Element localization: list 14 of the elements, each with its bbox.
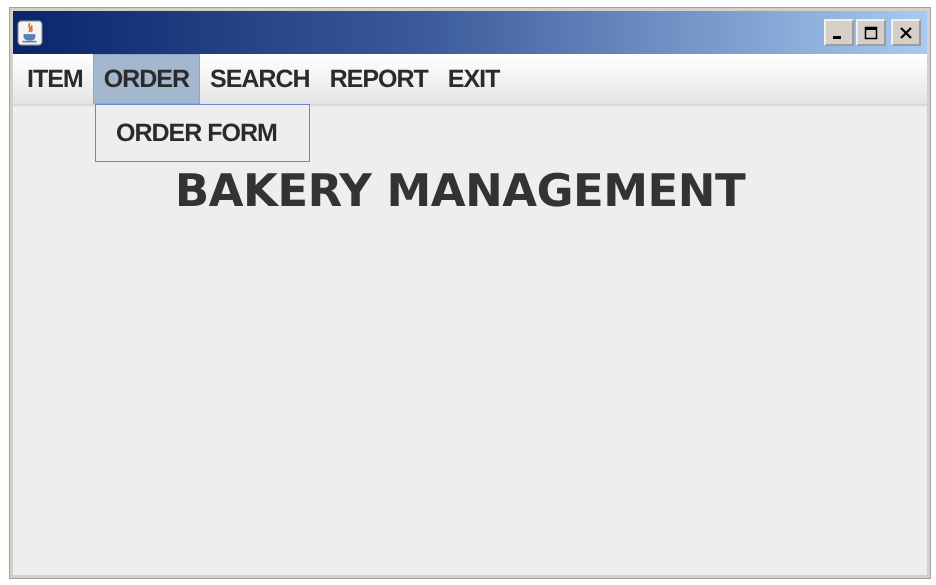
- menu-item[interactable]: ORDER: [92, 54, 200, 104]
- menu-item[interactable]: EXIT: [438, 54, 510, 104]
- menu-item[interactable]: REPORT: [320, 54, 438, 104]
- dropdown-item[interactable]: ORDER FORM: [96, 118, 297, 148]
- menu-item[interactable]: ITEM: [17, 54, 93, 104]
- minimize-button[interactable]: [824, 19, 854, 46]
- close-icon: [898, 24, 914, 40]
- maximize-button[interactable]: [856, 19, 886, 46]
- minimize-icon: [833, 36, 841, 39]
- menu-item[interactable]: SEARCH: [200, 54, 320, 104]
- close-button[interactable]: [891, 19, 921, 46]
- app-heading: BAKERY MANAGEMENT: [174, 168, 746, 213]
- coffee-cup-icon: [17, 20, 43, 46]
- maximize-icon: [863, 24, 879, 40]
